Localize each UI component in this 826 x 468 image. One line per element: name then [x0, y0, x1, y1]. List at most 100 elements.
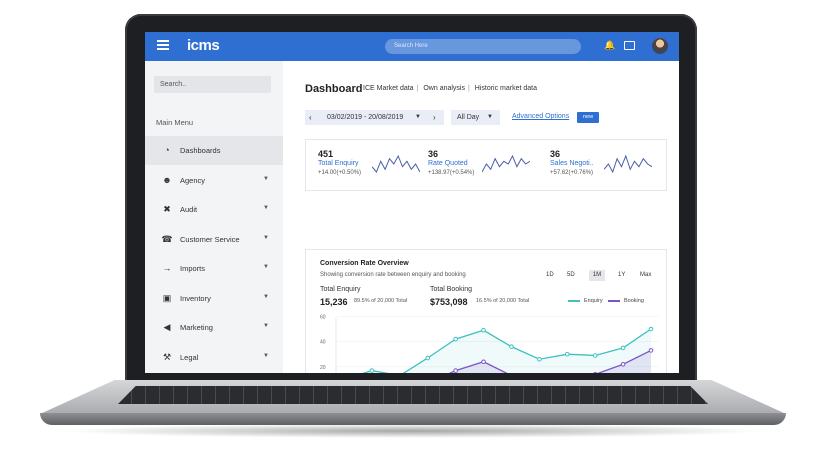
arrow-right-icon: →: [162, 263, 172, 273]
next-period-icon[interactable]: ›: [433, 110, 436, 125]
date-range-value: 03/02/2019 - 20/08/2019: [327, 114, 404, 121]
sidebar-item-customer-service[interactable]: ☎ Customer Service ▼: [145, 225, 283, 254]
headset-icon: ☎: [161, 233, 173, 244]
advanced-options-link[interactable]: Advanced Options: [512, 113, 569, 120]
notification-bell-icon[interactable]: 🔔: [604, 40, 615, 51]
stat-label: Total Enquiry: [318, 160, 359, 167]
legend-booking-swatch: [608, 299, 620, 302]
chart-subtitle: Showing conversion rate between enquiry …: [320, 272, 466, 278]
data-point-enquiry: [425, 355, 431, 361]
data-point-enquiry: [648, 326, 654, 332]
data-point-booking: [620, 361, 626, 367]
sidebar-item-label: Agency: [180, 175, 206, 185]
conversion-chart-card: Conversion Rate Overview Showing convers…: [305, 249, 667, 373]
users-icon: ☻: [162, 174, 172, 185]
tab-own-analysis[interactable]: Own analysis: [423, 85, 465, 92]
legend-enquiry-swatch: [568, 299, 580, 302]
sidebar-item-legal[interactable]: ⚒ Legal ▼: [145, 343, 283, 372]
sidebar-item-label: Dashboards: [180, 146, 221, 155]
sidebar-item-dashboards[interactable]: ◔ Dashboards: [145, 136, 283, 165]
tab-separator: |: [416, 85, 419, 92]
chevron-down-icon: ▼: [263, 205, 269, 211]
sidebar-item-label: Imports: [180, 264, 206, 273]
data-point-enquiry: [537, 356, 542, 362]
gavel-icon: ⚒: [162, 351, 172, 362]
data-point-enquiry: [509, 344, 514, 349]
header-tabs: ICE Market data | Own analysis | Historic …: [363, 85, 540, 92]
tab-historic-market-data[interactable]: Historic market data: [475, 85, 537, 92]
data-point-enquiry: [592, 353, 598, 358]
chevron-down-icon: ▼: [263, 264, 269, 270]
main-content: Dashboard ICE Market data | Own analysis |…: [283, 61, 679, 373]
laptop-shadow: [60, 424, 766, 438]
stat-value: 36: [428, 149, 439, 159]
sidebar-item-agency[interactable]: ☻ Agency ▼: [145, 166, 283, 195]
app-logo[interactable]: icms: [187, 37, 220, 54]
stat-value: 36: [550, 149, 561, 159]
data-point-booking: [648, 348, 654, 353]
sidebar-item-marketing[interactable]: ◀ Marketing ▼: [145, 313, 283, 342]
sparkline-line: [482, 154, 530, 173]
legend-booking-label: Booking: [624, 298, 644, 304]
hamburger-menu-icon[interactable]: [157, 40, 169, 50]
total-booking-label: Total Booking: [430, 286, 473, 293]
page-title: Dashboard: [305, 83, 363, 95]
top-bar: icms Search Here 🔔: [145, 32, 679, 61]
chevron-down-icon: ▼: [263, 352, 269, 359]
y-tick-label: 40: [320, 340, 326, 346]
data-point-enquiry: [369, 368, 375, 373]
stat-0: 451 Total Enquiry +14.00(+0.50%): [318, 149, 361, 179]
chevron-down-icon: ▼: [263, 323, 269, 329]
total-booking-value: $753,098: [430, 297, 468, 307]
range-1y[interactable]: 1Y: [618, 270, 625, 281]
date-range-picker[interactable]: ‹ 03/02/2019 - 20/08/2019 ▼ ›: [305, 110, 444, 125]
sidebar-item-inventory[interactable]: ▣ Inventory ▼: [145, 284, 283, 313]
sidebar-item-label: Audit: [180, 205, 198, 214]
data-point-booking: [481, 359, 486, 365]
prev-period-icon[interactable]: ‹: [309, 110, 312, 125]
data-point-booking: [453, 368, 458, 373]
sidebar-item-label: Marketing: [180, 323, 213, 332]
sidebar-item-imports[interactable]: → Imports ▼: [145, 254, 283, 283]
time-select[interactable]: All Day ▼: [451, 110, 500, 125]
stat-change: +138.97(+0.54%): [428, 170, 475, 176]
range-5d[interactable]: 5D: [567, 270, 575, 281]
sidebar-item-label: Inventory: [180, 293, 211, 303]
stat-2: 36 Sales Negoti.. +57.62(+0.76%): [550, 149, 594, 179]
legend-enquiry-label: Enquiry: [584, 298, 603, 304]
data-point-enquiry: [481, 327, 486, 333]
tab-ice-market-data[interactable]: ICE Market data: [363, 85, 414, 92]
laptop-base-lip: [40, 413, 786, 425]
user-avatar[interactable]: [652, 38, 668, 54]
sidebar-item-audit[interactable]: ✖ Audit ▼: [145, 195, 283, 224]
total-enquiry-value: 15,236: [320, 297, 348, 307]
time-select-value: All Day: [457, 114, 480, 121]
new-badge: new: [577, 112, 599, 123]
briefcase-icon: ▣: [162, 292, 172, 303]
mail-icon[interactable]: [624, 41, 635, 50]
chevron-down-icon: ▼: [263, 234, 269, 241]
conversion-line-chart: 60402010: [320, 314, 659, 373]
y-tick-label: 60: [320, 314, 326, 320]
tab-separator: |: [468, 85, 470, 92]
range-1d[interactable]: 1D: [546, 270, 554, 281]
chevron-down-icon[interactable]: ▼: [415, 110, 421, 125]
range-1m[interactable]: 1M: [589, 270, 605, 281]
sidebar-search-input[interactable]: Search..: [154, 76, 271, 93]
range-max[interactable]: Max: [640, 270, 651, 281]
tools-icon: ✖: [163, 204, 171, 214]
legend-enquiry: Enquiry: [568, 298, 603, 304]
total-enquiry-of: 89.5% of 20,000 Total: [354, 298, 408, 304]
sparkline-1: [482, 154, 530, 173]
sidebar: Search.. Main Menu ◔ Dashboards ☻ Agency ▼ ✖ A…: [145, 61, 283, 373]
chevron-down-icon: ▼: [487, 114, 493, 120]
dashboard-icon: ◔: [164, 145, 170, 155]
y-tick-label: 20: [320, 365, 326, 371]
total-booking-of: 16.5% of 20,000 Total: [476, 298, 530, 304]
stat-label: Rate Quoted: [428, 160, 468, 167]
stat-change: +57.62(+0.76%): [550, 170, 594, 176]
sparkline-2: [604, 154, 652, 174]
global-search-input[interactable]: Search Here: [385, 39, 581, 54]
megaphone-icon: ◀: [163, 322, 171, 332]
series-area-0: [364, 329, 651, 373]
